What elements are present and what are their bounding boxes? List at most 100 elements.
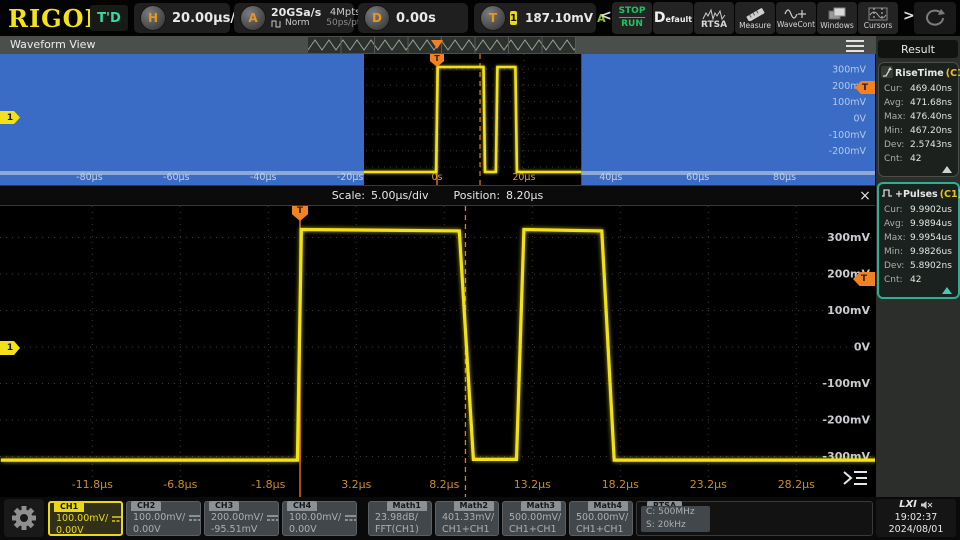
overview-time-label: 60μs	[686, 172, 709, 183]
wavecont-button[interactable]: WaveCont	[776, 2, 816, 34]
math-value: 500.00mV/	[576, 512, 628, 523]
main-time-label: -11.8μs	[72, 478, 113, 491]
measurement-card-risetime[interactable]: RiseTime(C1)Cur:469.40nsAvg:471.68nsMax:…	[878, 62, 959, 177]
channel-tab[interactable]: CH3	[209, 501, 239, 511]
zoom-overview-view: -80μs-60μs-40μs-20μs0s20μs40μs60μs80μs30…	[0, 54, 875, 185]
channel-tab[interactable]: CH4	[287, 501, 317, 511]
view-menu-expand-icon[interactable]	[840, 468, 870, 488]
rigol-logo: RIGOL	[8, 4, 102, 33]
channel-scale: 100.00mV/	[56, 513, 108, 524]
measurement-row: Dev:5.8902ns	[879, 259, 958, 273]
a-knob[interactable]: A	[240, 5, 266, 31]
channel-box-ch1[interactable]: CH1100.00mV/Ω0.00V	[48, 501, 123, 536]
math-value: 500.00mV/	[509, 512, 561, 523]
stop-run-button[interactable]: STOP RUN	[612, 2, 652, 34]
lxi-label: LXI	[899, 499, 917, 512]
main-volt-label: 0V	[854, 341, 871, 354]
windows-icon	[827, 7, 847, 21]
overview-volt-label: 0V	[853, 114, 866, 125]
measurement-row: Cur:9.9902us	[879, 203, 958, 217]
measurement-row: Cnt:42	[879, 152, 958, 166]
system-status-box[interactable]: LXI 19:02:37 2024/08/01	[876, 499, 956, 537]
ruler-icon	[744, 7, 766, 21]
cursors-button[interactable]: Cursors	[858, 2, 898, 34]
rtsa-span: S: 20kHz	[646, 519, 710, 532]
measure-button[interactable]: Measure	[735, 2, 775, 34]
overview-time-label: -80μs	[76, 172, 103, 183]
self-check-button[interactable]	[914, 2, 956, 34]
measurement-row: Avg:471.68ns	[879, 96, 958, 110]
channel-box-ch4[interactable]: CH4100.00mV/0.00V	[282, 501, 357, 536]
math-expression: CH1+CH1	[442, 524, 490, 535]
measurement-row: Cur:469.40ns	[879, 82, 958, 96]
window-titlebar[interactable]: Waveform View	[0, 36, 960, 54]
measurement-row: Cnt:42	[879, 273, 958, 287]
overview-volt-label: -200mV	[829, 146, 867, 157]
overview-time-label: 40μs	[599, 172, 622, 183]
main-plot: 300mV200mV100mV0V-100mV-200mV-300mV-11.8…	[0, 206, 875, 497]
math-value: 401.33mV/	[442, 512, 494, 523]
toolbar-scroll-right[interactable]: >	[903, 8, 915, 24]
math-box-math4[interactable]: Math4500.00mV/CH1+CH1	[569, 501, 633, 536]
rtsa-button[interactable]: RTSA	[694, 2, 734, 34]
record-navigator[interactable]	[308, 37, 576, 53]
scale-label: Scale:	[332, 189, 365, 202]
trigger-control[interactable]: T 1 187.10mV A	[474, 3, 596, 33]
channel-tab[interactable]: CH2	[131, 501, 161, 511]
measurement-row: Dev:2.5743ns	[879, 138, 958, 152]
main-volt-label: -200mV	[822, 414, 870, 427]
measurement-row: Avg:9.9894us	[879, 217, 958, 231]
math-tab[interactable]: Math4	[588, 501, 628, 511]
collapse-triangle-icon[interactable]	[942, 287, 952, 294]
gear-icon	[9, 503, 39, 533]
acquire-control[interactable]: A 20GSa/s Norm 4Mpts 50ps/pt	[234, 3, 354, 33]
channel-box-ch3[interactable]: CH3200.00mV/Ω-95.51mV	[204, 501, 279, 536]
collapse-triangle-icon[interactable]	[942, 166, 952, 173]
math-box-math1[interactable]: Math123.98dB/FFT(CH1)	[368, 501, 432, 536]
math-tab[interactable]: Math2	[454, 501, 494, 511]
toolbar-scroll-left[interactable]: <	[600, 8, 612, 24]
measurement-card-pulses[interactable]: +Pulses(C1)Cur:9.9902usAvg:9.9894usMax:9…	[877, 182, 960, 299]
unzoomed-region-left	[0, 54, 364, 185]
math-box-math2[interactable]: Math2401.33mV/CH1+CH1	[435, 501, 499, 536]
measurement-row: Min:467.20ns	[879, 124, 958, 138]
math-expression: FFT(CH1)	[375, 524, 419, 535]
wave-icon	[784, 7, 808, 20]
sample-rate: 20GSa/s	[271, 7, 321, 18]
d-knob[interactable]: D	[364, 5, 390, 31]
top-toolbar: RIGOL T'D H 20.00μs/ A 20GSa/s Norm 4Mpt…	[0, 0, 960, 36]
main-volt-label: 100mV	[827, 304, 870, 317]
measurement-row: Min:9.9826us	[879, 245, 958, 259]
overview-time-label: 20μs	[512, 172, 535, 183]
rtsa-status-box[interactable]: RTSA C: 500MHz S: 20kHz	[636, 501, 873, 536]
dc-coupling-icon	[188, 514, 201, 522]
menu-icon[interactable]	[846, 40, 864, 52]
dc-coupling-icon	[111, 515, 124, 523]
channel-tab[interactable]: CH1	[54, 502, 84, 512]
t-knob[interactable]: T	[480, 5, 506, 31]
delay-control[interactable]: D 0.00s	[358, 3, 468, 33]
channel-box-ch2[interactable]: CH2100.00mV/0.00V	[126, 501, 201, 536]
main-time-label: 8.2μs	[429, 478, 459, 491]
main-time-label: 18.2μs	[602, 478, 639, 491]
bottom-status-bar: CH1100.00mV/Ω0.00VCH2100.00mV/0.00VCH320…	[0, 497, 960, 540]
dc-coupling-icon	[344, 514, 357, 522]
pulses-icon	[881, 187, 893, 202]
overview-volt-label: 300mV	[832, 64, 866, 75]
windows-button[interactable]: Windows	[817, 2, 857, 34]
default-button[interactable]: Default	[653, 2, 693, 34]
horizontal-scale-control[interactable]: H 20.00μs/	[134, 3, 230, 33]
main-time-label: 3.2μs	[341, 478, 371, 491]
risetime-icon	[881, 66, 893, 81]
oscilloscope-screen: RIGOL T'D H 20.00μs/ A 20GSa/s Norm 4Mpt…	[0, 0, 960, 540]
h-knob[interactable]: H	[140, 5, 166, 31]
math-tab[interactable]: Math3	[521, 501, 561, 511]
settings-gear-button[interactable]	[4, 499, 44, 537]
math-expression: CH1+CH1	[509, 524, 557, 535]
overview-volt-label: 100mV	[832, 97, 866, 108]
main-time-label: 28.2μs	[778, 478, 815, 491]
math-box-math3[interactable]: Math3500.00mV/CH1+CH1	[502, 501, 566, 536]
main-time-label: -6.8μs	[163, 478, 197, 491]
math-tab[interactable]: Math1	[387, 501, 427, 511]
close-zoom-icon[interactable]: ×	[856, 187, 874, 205]
